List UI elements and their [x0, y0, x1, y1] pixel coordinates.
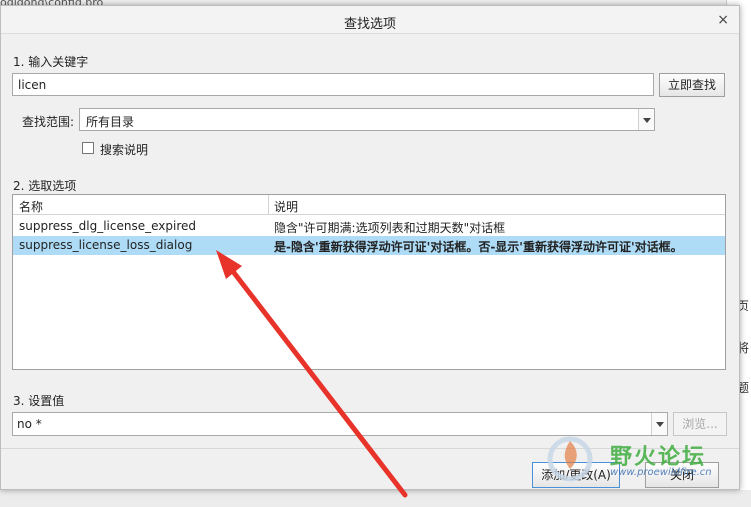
annotation-arrow-shaft	[225, 262, 408, 498]
annotation-arrow	[216, 250, 408, 498]
watermark-logo-icon	[547, 436, 593, 482]
watermark-url: www.proewildfire.cn	[610, 467, 712, 478]
forum-watermark: 野火论坛 www.proewildfire.cn	[547, 433, 740, 485]
